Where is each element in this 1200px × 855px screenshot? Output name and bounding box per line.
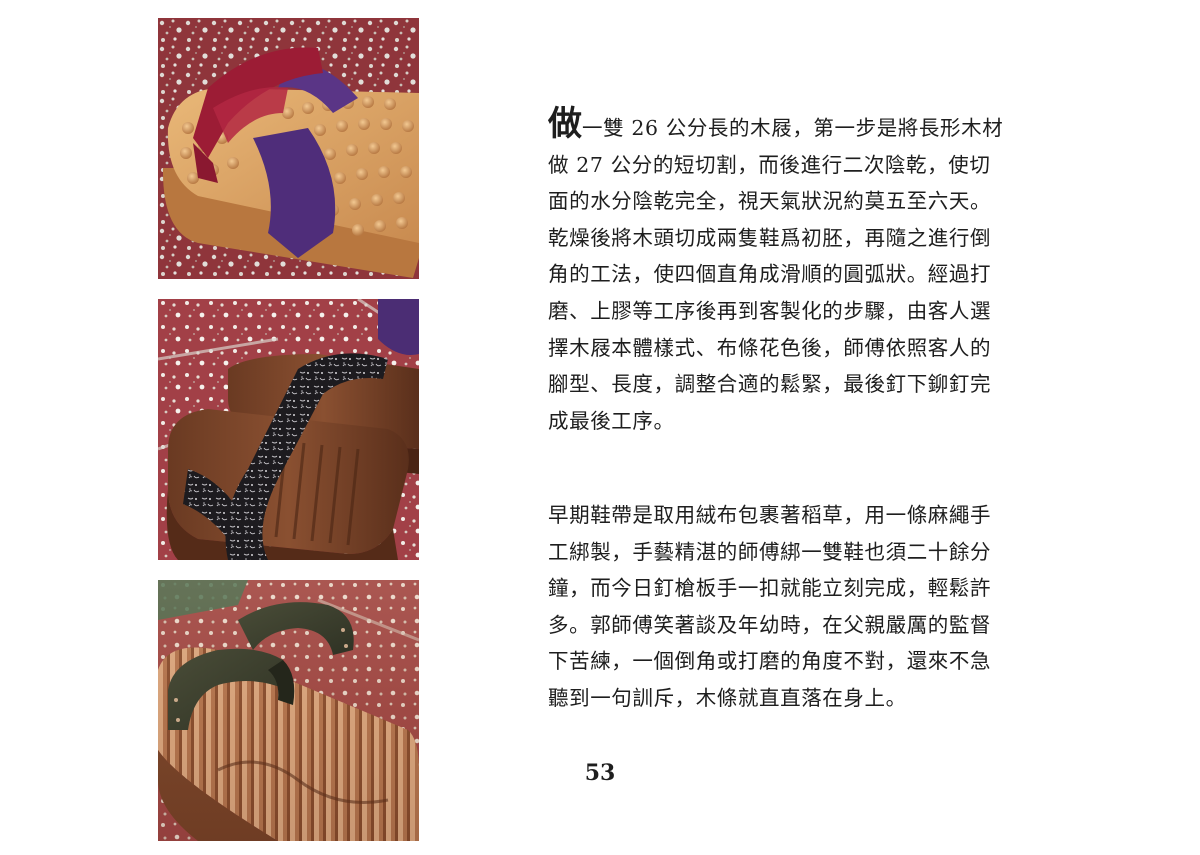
dark-floral-geta-photo-icon xyxy=(158,299,419,560)
paragraph-line: 乾燥後將木頭切成兩隻鞋爲初胚，再隨之進行倒 xyxy=(548,225,992,250)
drop-cap: 做 xyxy=(548,104,582,144)
paragraph-line: 聽到一句訓斥，木條就直直落在身上。 xyxy=(548,685,907,710)
paragraph-line: 早期鞋帶是取用絨布包裹著稻草，用一條麻繩手 xyxy=(548,503,992,527)
red-purple-geta-photo-icon xyxy=(158,18,419,279)
page-number: 53 xyxy=(584,760,616,786)
paragraph-line: 鐘，而今日釘槍板手一扣就能立刻完成，輕鬆許 xyxy=(548,576,992,601)
paragraph-line: 磨、上膠等工序後再到客製化的步驟，由客人選 xyxy=(548,298,992,323)
body-paragraph-2: 早期鞋帶是取用絨布包裹著稻草，用一條麻繩手 工綁製，手藝精湛的師傅綁一雙鞋也須二… xyxy=(548,497,1048,717)
paragraph-line: 做一雙 26 公分長的木屐，第一步是將長形木材 xyxy=(548,107,1048,147)
body-paragraph-1: 做一雙 26 公分長的木屐，第一步是將長形木材 做 27 公分的短切割，而後進行… xyxy=(548,107,1048,439)
paragraph-line: 面的水分陰乾完全，視天氣狀況約莫五至六天。 xyxy=(548,189,992,214)
green-strap-geta-photo-icon xyxy=(158,580,419,841)
paragraph-line: 下苦練，一個倒角或打磨的角度不對，還來不急 xyxy=(548,649,992,674)
paragraph-line: 工綁製，手藝精湛的師傅綁一雙鞋也須二十餘分 xyxy=(548,539,992,564)
paragraph-line: 角的工法，使四個直角成滑順的圓弧狀。經過打 xyxy=(548,262,992,287)
paragraph-line: 腳型、長度，調整合適的鬆緊，最後釘下鉚釘完 xyxy=(548,372,992,397)
paragraph-line-text: 一雙 26 公分長的木屐，第一步是將長形木材 xyxy=(582,116,1004,140)
paragraph-line: 多。郭師傅笑著談及年幼時，在父親嚴厲的監督 xyxy=(548,612,992,637)
paragraph-line: 擇木屐本體樣式、布條花色後，師傅依照客人的 xyxy=(548,335,992,360)
paragraph-line: 成最後工序。 xyxy=(548,408,675,433)
paragraph-line: 做 27 公分的短切割，而後進行二次陰乾，使切 xyxy=(548,152,991,177)
